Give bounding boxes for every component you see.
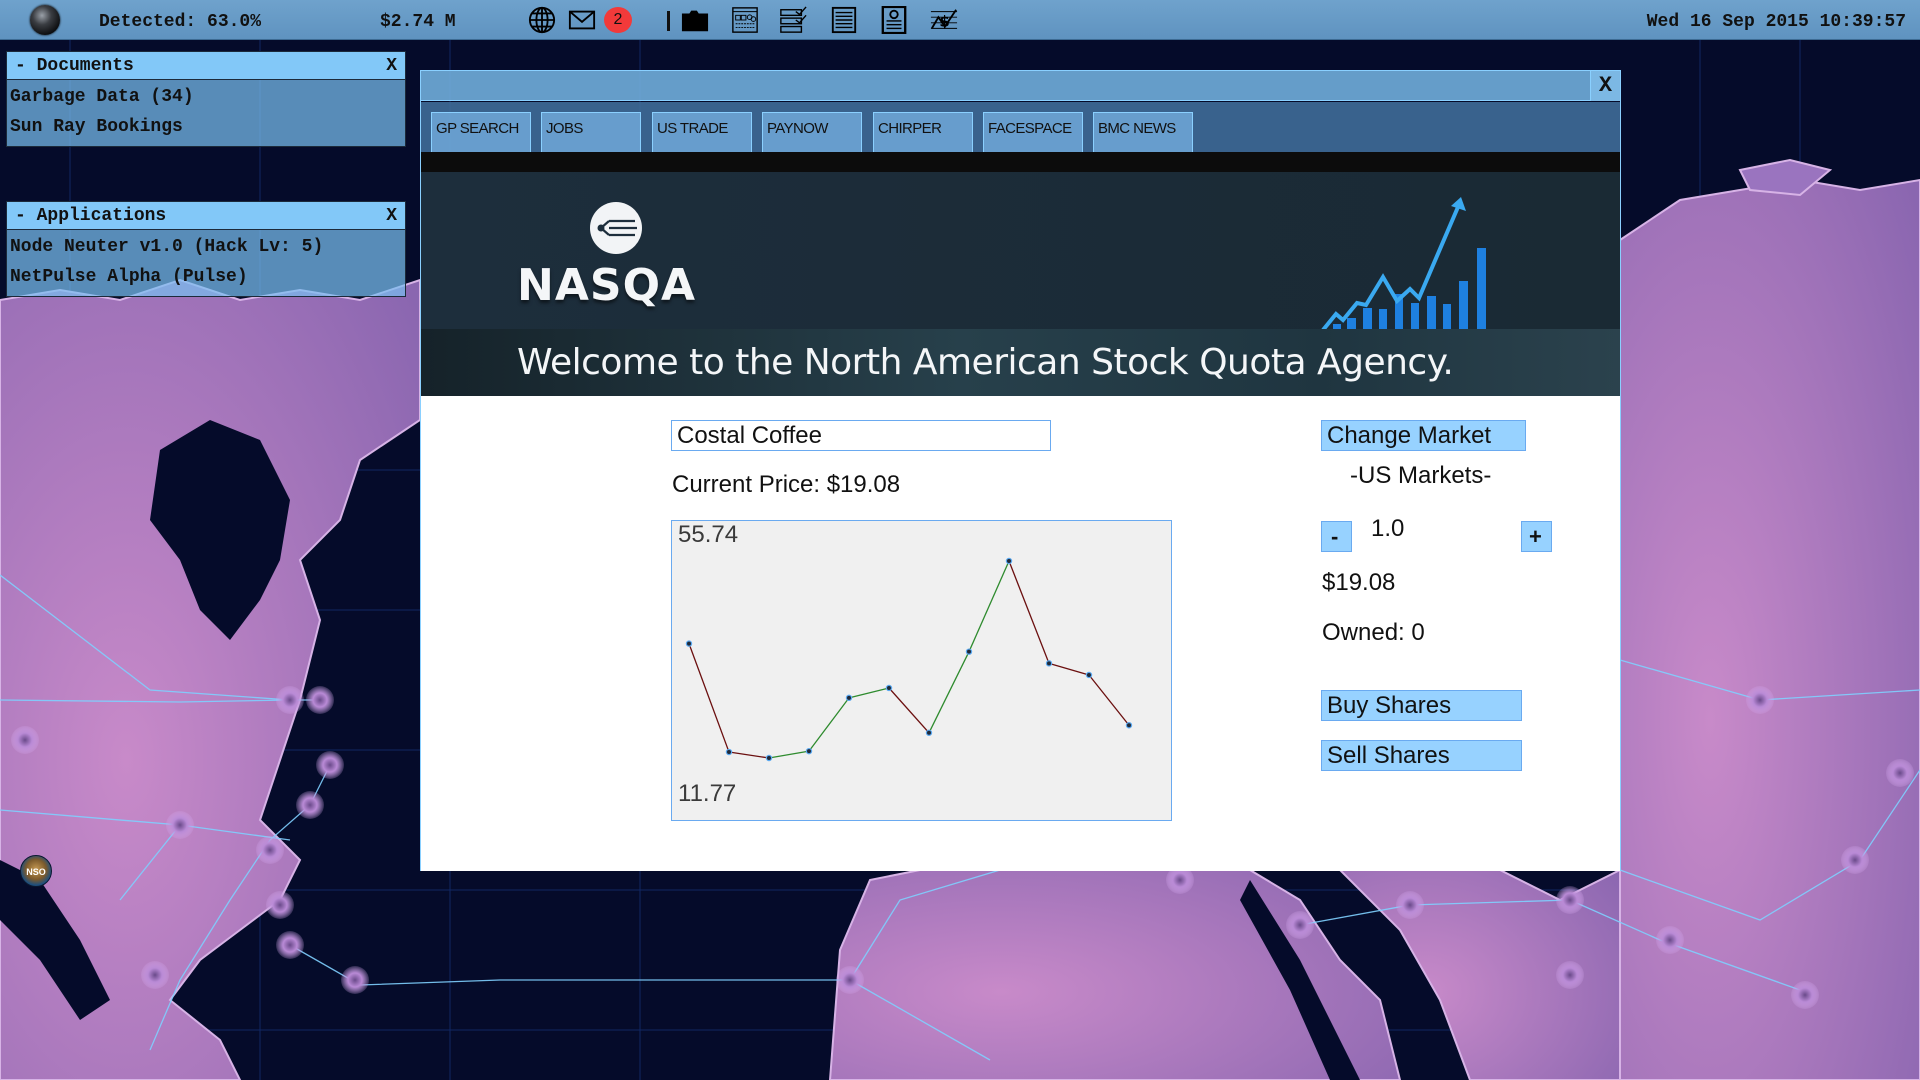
chart-point (925, 729, 933, 736)
applications-panel-title[interactable]: - Applications (15, 206, 166, 226)
documents-panel-header[interactable]: - Documents X (6, 51, 406, 80)
application-item[interactable]: Node Neuter v1.0 (Hack Lv: 5) (10, 234, 402, 264)
window-title-bar[interactable] (421, 71, 1620, 101)
chart-point (1085, 671, 1093, 679)
tab-bmc-news[interactable]: BMC NEWS (1093, 112, 1193, 152)
chart-max-label: 55.74 (678, 521, 739, 548)
chart-point (1125, 722, 1133, 729)
system-orb-icon[interactable] (30, 5, 60, 35)
quantity-increase-button[interactable]: + (1521, 521, 1552, 552)
market-label: -US Markets- (1350, 462, 1492, 489)
quantity-decrease-button[interactable]: - (1321, 521, 1352, 552)
globe-icon[interactable] (527, 6, 557, 34)
nasqa-banner: NASQA Welcome to the North American Stoc… (421, 172, 1620, 396)
browser-window: X GP SEARCH JOBS US TRADE PAYNOW CHIRPER… (420, 70, 1621, 871)
folder-icon[interactable] (680, 6, 710, 34)
price-history-chart: 55.74 11.77 (671, 520, 1172, 821)
buy-shares-button[interactable]: Buy Shares (1321, 690, 1522, 721)
documents-panel: - Documents X Garbage Data (34) Sun Ray … (6, 51, 406, 147)
applications-panel: - Applications X Node Neuter v1.0 (Hack … (6, 201, 406, 297)
document-icon[interactable] (829, 6, 859, 34)
chart-segment (928, 651, 970, 734)
chart-point (805, 747, 813, 755)
browser-window-icon[interactable] (730, 6, 760, 34)
order-total-price: $19.08 (1322, 569, 1396, 596)
detection-level: Detected: 63.0% (99, 12, 262, 32)
nasqa-logo-text: NASQA (517, 260, 697, 311)
stock-name-input[interactable] (671, 420, 1051, 451)
chart-segment (968, 560, 1010, 652)
id-card-icon[interactable] (879, 5, 909, 35)
chart-segment (1008, 560, 1050, 664)
chart-segment (768, 750, 810, 759)
chart-point (1045, 660, 1053, 667)
growth-chart-icon (1321, 197, 1486, 332)
sell-shares-button[interactable]: Sell Shares (1321, 740, 1522, 771)
tab-chirper[interactable]: CHIRPER (873, 112, 973, 152)
applications-panel-close-button[interactable]: X (386, 206, 397, 226)
money-balance: $2.74 M (380, 12, 456, 32)
tab-gp-search[interactable]: GP SEARCH (431, 112, 531, 152)
chart-segment (688, 643, 730, 753)
nasqa-logo-icon (590, 202, 642, 254)
nso-agency-marker[interactable]: NSO (20, 855, 52, 887)
owned-shares-count: Owned: 0 (1322, 619, 1425, 646)
tab-facespace[interactable]: FACESPACE (983, 112, 1083, 152)
chart-segment (728, 751, 770, 759)
current-price-label: Current Price: $19.08 (672, 471, 901, 498)
chart-segment (1088, 674, 1130, 726)
document-item[interactable]: Garbage Data (34) (10, 84, 402, 114)
quantity-value: 1.0 (1371, 515, 1405, 542)
chart-segment (808, 697, 850, 752)
price-chart-svg (685, 557, 1133, 762)
window-close-button[interactable]: X (1590, 71, 1620, 101)
chart-point (725, 748, 733, 756)
documents-panel-title[interactable]: - Documents (15, 56, 134, 76)
change-market-button[interactable]: Change Market (1321, 420, 1526, 451)
chart-point (845, 694, 853, 702)
chart-point (1005, 557, 1013, 565)
tab-us-trade[interactable]: US TRADE (652, 112, 752, 152)
chart-point (685, 640, 693, 647)
checklist-icon[interactable] (778, 6, 808, 34)
unread-mail-badge: 2 (604, 7, 632, 33)
chart-segment (848, 687, 890, 699)
toolbar-separator (667, 11, 670, 31)
applications-panel-header[interactable]: - Applications X (6, 201, 406, 230)
chart-point (965, 648, 973, 655)
chart-segment (1048, 662, 1090, 676)
tab-paynow[interactable]: PAYNOW (762, 112, 862, 152)
chart-segment (888, 687, 930, 734)
clock: Wed 16 Sep 2015 10:39:57 (1646, 12, 1906, 32)
top-status-bar: Detected: 63.0% $2.74 M 2 $ Wed 16 Sep 2… (0, 0, 1920, 40)
welcome-heading: Welcome to the North American Stock Quot… (517, 342, 1454, 383)
chart-min-label: 11.77 (678, 780, 737, 807)
documents-panel-close-button[interactable]: X (386, 56, 397, 76)
stock-market-icon[interactable]: $ (929, 6, 959, 34)
stock-trading-panel: Current Price: $19.08 55.74 11.77 Change… (421, 396, 1620, 871)
application-item[interactable]: NetPulse Alpha (Pulse) (10, 264, 402, 294)
svg-text:$: $ (939, 13, 949, 31)
document-item[interactable]: Sun Ray Bookings (10, 114, 402, 144)
site-tab-strip: GP SEARCH JOBS US TRADE PAYNOW CHIRPER F… (421, 102, 1620, 152)
tab-jobs[interactable]: JOBS (541, 112, 641, 152)
chart-point (885, 684, 893, 692)
page-header-divider (421, 152, 1620, 172)
mail-icon[interactable] (567, 6, 597, 34)
chart-point (765, 754, 773, 762)
